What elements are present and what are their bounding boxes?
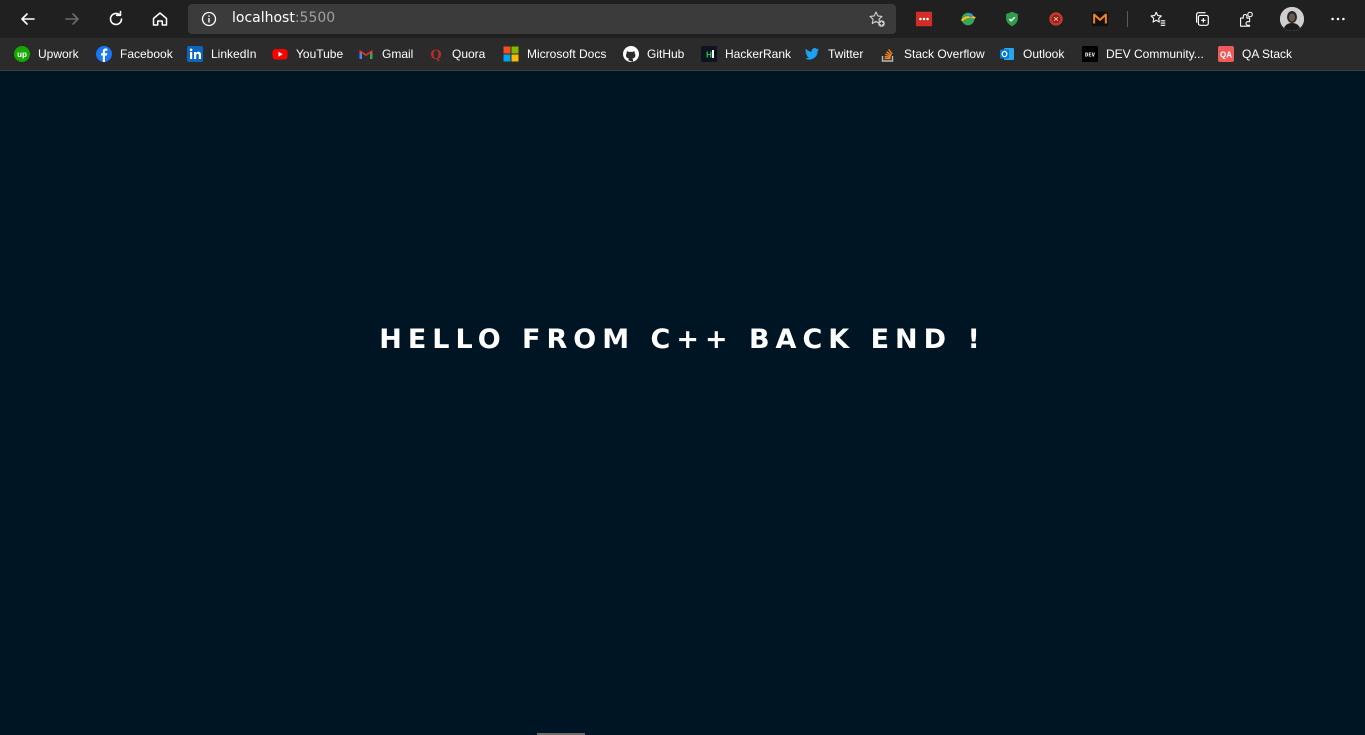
hackerrank-icon: H [701,46,717,62]
bookmark-dev-community[interactable]: DEV DEV Community... [1082,44,1204,64]
qastack-icon: QA [1218,46,1234,62]
collections-icon [1196,12,1209,26]
bookmark-label: Upwork [38,47,79,61]
translate-icon [960,12,976,26]
bookmark-label: LinkedIn [211,47,257,61]
bookmark-label: Stack Overflow [904,47,985,61]
bookmark-label: Gmail [382,47,414,61]
quora-icon: Q [428,46,444,62]
svg-text:up: up [17,50,27,59]
upwork-icon: up [14,46,30,62]
back-icon [21,13,35,25]
translate-extension[interactable] [958,9,978,29]
settings-more-button[interactable] [1328,9,1348,29]
page-heading: HELLO FROM C++ BACK END ! [379,324,986,355]
url-text[interactable]: localhost:5500 [232,10,335,26]
back-button[interactable] [12,4,44,34]
bookmark-microsoft-docs[interactable]: Microsoft Docs [503,44,606,64]
page-content: HELLO FROM C++ BACK END ! [0,71,1365,735]
bookmark-label: HackerRank [725,47,792,61]
adblock-icon [1049,12,1063,26]
svg-text:H: H [706,51,712,60]
github-icon [623,46,639,62]
home-icon [152,12,168,26]
browser-toolbar: localhost:5500 [0,0,1365,38]
lastpass-extension[interactable] [914,9,934,29]
bookmark-twitter[interactable]: Twitter [804,44,863,64]
bookmark-stack-overflow[interactable]: Stack Overflow [880,44,985,64]
bookmark-label: GitHub [647,47,685,61]
shield-extension[interactable] [1002,9,1022,29]
toolbar-separator [1127,11,1128,27]
dev-icon: DEV [1082,46,1098,62]
bookmark-label: YouTube [296,47,344,61]
bookmark-label: Twitter [828,47,864,61]
bookmark-github[interactable]: GitHub [623,44,684,64]
home-button[interactable] [144,4,176,34]
bookmark-label: Microsoft Docs [527,47,607,61]
extensions-icon [1240,11,1253,27]
outlook-icon [999,46,1015,62]
bookmark-upwork[interactable]: up Upwork [14,44,79,64]
address-bar[interactable]: localhost:5500 [188,4,896,34]
forward-button[interactable] [56,4,88,34]
refresh-button[interactable] [100,4,132,34]
bookmark-facebook[interactable]: Facebook [96,44,173,64]
bookmarks-bar: up Upwork Facebook LinkedIn YouTube Gmai… [0,38,1365,71]
microsoft-icon [503,46,519,62]
svg-text:QA: QA [1220,51,1232,60]
favorites-button[interactable] [1148,9,1168,29]
profile-avatar[interactable] [1280,7,1304,31]
lastpass-icon [915,11,933,27]
twitter-icon [804,46,820,62]
youtube-icon [272,46,288,62]
metamask-extension[interactable] [1090,9,1110,29]
extensions-button[interactable] [1236,9,1256,29]
info-icon[interactable] [201,11,217,27]
gmail-icon [358,46,374,62]
refresh-icon [109,10,123,26]
facebook-icon [96,46,112,62]
bookmark-gmail[interactable]: Gmail [358,44,413,64]
linkedin-icon [187,46,203,62]
bookmark-qa-stack[interactable]: QA QA Stack [1218,44,1292,64]
bookmark-quora[interactable]: Q Quora [428,44,485,64]
svg-text:Q: Q [430,48,441,62]
metamask-icon [1091,11,1109,27]
bookmark-label: QA Stack [1242,47,1293,61]
bookmark-outlook[interactable]: Outlook [999,44,1064,64]
bookmark-label: Facebook [120,47,173,61]
bookmark-youtube[interactable]: YouTube [272,44,343,64]
url-host: localhost [232,10,295,26]
bookmark-label: Outlook [1023,47,1065,61]
adblock-extension[interactable] [1046,9,1066,29]
bookmark-linkedin[interactable]: LinkedIn [187,44,256,64]
bookmark-label: DEV Community... [1106,47,1204,61]
svg-text:DEV: DEV [1085,53,1096,59]
url-port: :5500 [294,10,336,26]
add-favorite-icon[interactable] [868,10,886,28]
more-icon [1331,17,1345,21]
bookmark-label: Quora [452,47,486,61]
favorites-icon [1150,11,1166,26]
forward-icon [65,13,79,25]
bookmark-hackerrank[interactable]: H HackerRank [701,44,791,64]
shield-icon [1006,11,1018,27]
profile-icon [1280,7,1304,31]
stackoverflow-icon [880,46,896,62]
collections-button[interactable] [1192,9,1212,29]
